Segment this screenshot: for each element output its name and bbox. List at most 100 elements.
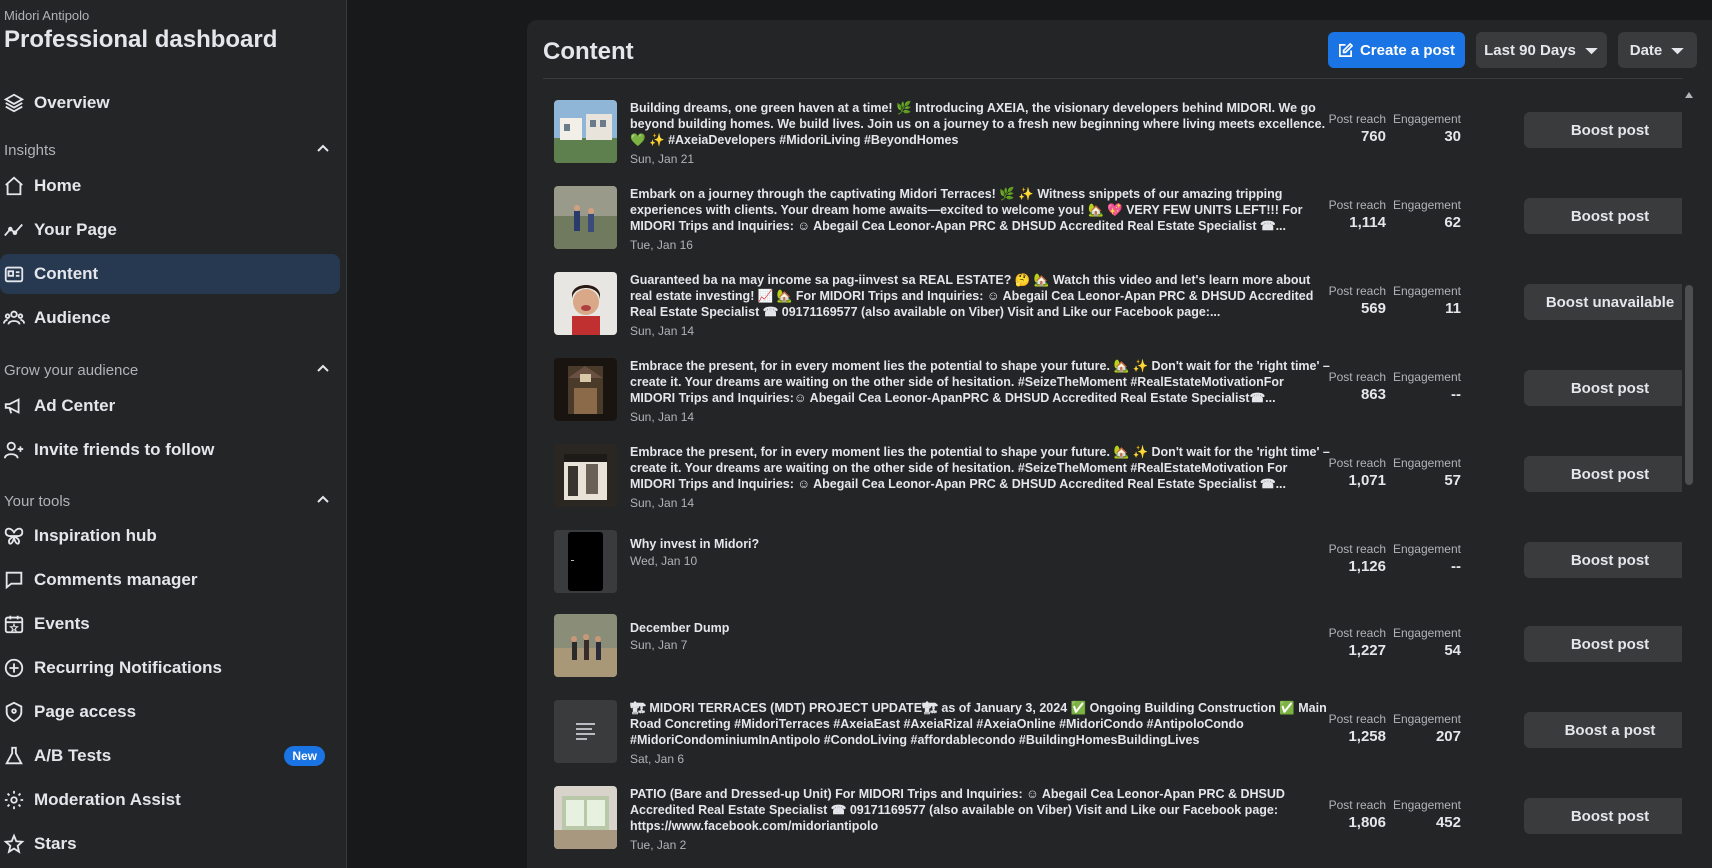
sort-dropdown[interactable]: Date [1618,32,1697,68]
post-thumbnail[interactable] [554,786,617,849]
post-text[interactable]: 🏗 MIDORI TERRACES (MDT) PROJECT UPDATE🏗 … [630,700,1330,748]
sidebar-item-label: Overview [34,93,110,112]
boost-a-post-button[interactable]: Boost a post [1524,712,1696,748]
boost-post-button[interactable]: Boost post [1524,798,1696,834]
post-text[interactable]: Guaranteed ba na may income sa pag-iinve… [630,272,1330,320]
butterfly-icon [2,524,26,548]
sidebar-item-ad-center[interactable]: Ad Center [0,386,340,426]
section-title: Insights [4,141,56,159]
section-grow-your-audience[interactable]: Grow your audience [4,358,330,382]
section-title: Your tools [4,492,71,510]
sidebar-item-recurring-notifications[interactable]: Recurring Notifications [0,648,340,688]
list-item[interactable]: Building dreams, one green haven at a ti… [554,90,1696,168]
list-item[interactable]: December Dump Sun, Jan 7 Post reach 1,22… [554,604,1696,682]
page-name: Midori Antipolo [4,8,90,23]
post-reach-value: 1,071 [1348,472,1386,489]
create-post-button[interactable]: Create a post [1328,32,1465,68]
date-range-dropdown[interactable]: Last 90 Days [1476,32,1607,68]
section-your-tools[interactable]: Your tools [4,489,330,513]
engagement: Engagement 207 [1381,712,1461,745]
boost-post-button[interactable]: Boost post [1524,370,1696,406]
boost-post-button[interactable]: Boost post [1524,112,1696,148]
sidebar-item-your-page[interactable]: Your Page [0,210,340,250]
date-range-label: Last 90 Days [1484,41,1576,59]
list-item[interactable]: Embrace the present, for in every moment… [554,348,1696,426]
post-thumbnail[interactable] [554,530,617,593]
sidebar-item-audience[interactable]: Audience [0,298,340,338]
sidebar-item-overview[interactable]: Overview [0,83,340,123]
engagement-value: -- [1451,386,1461,403]
boost-unavailable-button[interactable]: Boost unavailable [1524,284,1696,320]
layers-icon [2,91,26,115]
sidebar-item-home[interactable]: Home [0,166,340,206]
sidebar-item-ab-tests[interactable]: A/B Tests New [0,736,340,776]
post-text[interactable]: PATIO (Bare and Dressed-up Unit) For MID… [630,786,1330,834]
post-reach: Post reach 1,071 [1306,456,1386,489]
post-text[interactable]: Embrace the present, for in every moment… [630,358,1330,406]
gear-icon [2,788,26,812]
content-icon [2,262,26,286]
post-reach-value: 1,258 [1348,728,1386,745]
post-reach-value: 760 [1360,128,1386,145]
sidebar-item-stars[interactable]: Stars [0,824,340,864]
post-date: Sun, Jan 7 [630,638,688,652]
post-thumbnail[interactable] [554,100,617,163]
sidebar-item-label: Invite friends to follow [34,440,215,459]
post-text[interactable]: Embark on a journey through the captivat… [630,186,1330,234]
post-thumbnail[interactable] [554,358,617,421]
sidebar-item-events[interactable]: Events [0,604,340,644]
post-reach-label: Post reach [1328,712,1386,726]
scroll-up-arrow-icon[interactable] [1685,92,1693,98]
chevron-up-icon [316,141,330,159]
post-thumbnail[interactable] [554,444,617,507]
post-reach-label: Post reach [1328,542,1386,556]
list-item[interactable]: 🏗 MIDORI TERRACES (MDT) PROJECT UPDATE🏗 … [554,690,1696,768]
post-thumbnail[interactable] [554,614,617,677]
sidebar-item-comments-manager[interactable]: Comments manager [0,560,340,600]
sidebar-item-page-access[interactable]: Page access [0,692,340,732]
boost-post-button[interactable]: Boost post [1524,198,1696,234]
list-item[interactable]: PATIO (Bare and Dressed-up Unit) For MID… [554,776,1696,854]
scroll-thumb[interactable] [1685,285,1693,485]
list-item[interactable]: Embark on a journey through the captivat… [554,176,1696,254]
boost-post-button[interactable]: Boost post [1524,456,1696,492]
post-text[interactable]: December Dump [630,620,1330,636]
list-item[interactable]: Embrace the present, for in every moment… [554,434,1696,512]
engagement: Engagement 452 [1381,798,1461,831]
engagement-value: 30 [1444,128,1461,145]
post-reach: Post reach 863 [1306,370,1386,403]
post-reach: Post reach 1,258 [1306,712,1386,745]
sidebar-item-label: Moderation Assist [34,790,181,809]
post-thumbnail[interactable] [554,186,617,249]
scrollbar[interactable] [1682,90,1696,868]
boost-post-button[interactable]: Boost post [1524,626,1696,662]
engagement: Engagement 62 [1381,198,1461,231]
engagement-value: 62 [1444,214,1461,231]
post-reach-value: 1,806 [1348,814,1386,831]
post-reach: Post reach 569 [1306,284,1386,317]
engagement-value: -- [1451,558,1461,575]
post-reach-label: Post reach [1328,798,1386,812]
post-text[interactable]: Building dreams, one green haven at a ti… [630,100,1330,148]
post-thumbnail[interactable] [554,700,617,763]
list-item[interactable]: Guaranteed ba na may income sa pag-iinve… [554,262,1696,340]
sidebar-item-label: A/B Tests [34,746,112,765]
edit-icon [1338,42,1353,58]
boost-post-button[interactable]: Boost post [1524,542,1696,578]
panel-title: Content [543,38,634,65]
sidebar-item-label: Content [34,264,99,283]
caret-down-icon [1584,43,1599,58]
add-friend-icon [2,438,26,462]
post-thumbnail[interactable] [554,272,617,335]
post-text[interactable]: Embrace the present, for in every moment… [630,444,1330,492]
sidebar-item-moderation-assist[interactable]: Moderation Assist [0,780,340,820]
section-insights[interactable]: Insights [4,138,330,162]
sidebar-item-inspiration-hub[interactable]: Inspiration hub [0,516,340,556]
list-item[interactable]: Why invest in Midori? Wed, Jan 10 Post r… [554,520,1696,598]
sidebar-item-content[interactable]: Content [0,254,340,294]
post-text[interactable]: Why invest in Midori? [630,536,1330,552]
content-panel: Content Create a post Last 90 Days Date … [527,20,1712,868]
sidebar-item-invite-friends[interactable]: Invite friends to follow [0,430,340,470]
post-date: Tue, Jan 2 [630,838,687,852]
sort-label: Date [1629,41,1663,59]
